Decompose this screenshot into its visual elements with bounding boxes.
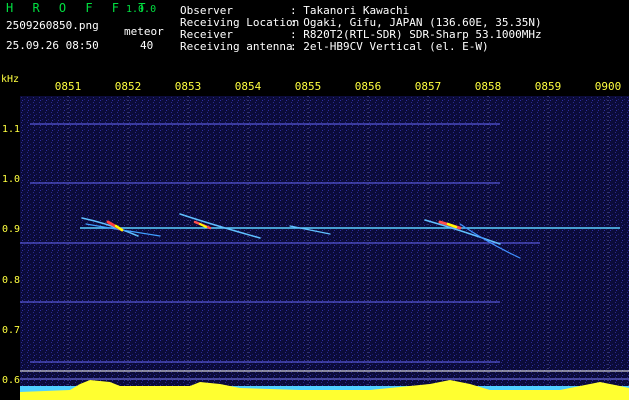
freq-label-0-9: 0.9 — [2, 224, 21, 235]
time-axis: 0851 0852 0853 0854 0855 0856 0857 0858 … — [0, 80, 629, 93]
time-label: 0900 — [594, 80, 622, 93]
time-label: 0856 — [354, 80, 382, 93]
time-label: 0859 — [534, 80, 562, 93]
info-label-antenna: Receiving antenna — [180, 40, 293, 53]
freq-label-1-0: 1.0 — [2, 174, 21, 185]
spectrogram-panel — [20, 96, 629, 400]
meteor-label: meteor — [124, 25, 164, 38]
meteor-count: 40 — [140, 39, 154, 52]
freq-label-0-6: 0.6 — [2, 375, 21, 386]
time-label: 0857 — [414, 80, 442, 93]
freq-label-0-8: 0.8 — [2, 275, 21, 286]
time-label: 0853 — [174, 80, 202, 93]
time-label: 0858 — [474, 80, 502, 93]
header-panel: H R O F F T 1.0.0 2509260850.png meteor … — [0, 0, 629, 72]
freq-label-1-1: 1.1 — [2, 124, 21, 135]
info-value-antenna: : 2el-HB9CV Vertical (el. E-W) — [290, 40, 489, 53]
freq-label-0-7: 0.7 — [2, 325, 21, 336]
time-label: 0851 — [54, 80, 82, 93]
timestamp: 25.09.26 08:50 — [6, 39, 99, 52]
time-label: 0854 — [234, 80, 262, 93]
time-label: 0855 — [294, 80, 322, 93]
app-version: 1.0.0 — [126, 4, 157, 15]
time-label: 0852 — [114, 80, 142, 93]
spectrogram-image — [20, 96, 629, 400]
frequency-axis: kHz 1.1 1.0 0.9 0.8 0.7 0.6 — [0, 74, 21, 400]
file-name: 2509260850.png — [6, 19, 99, 32]
